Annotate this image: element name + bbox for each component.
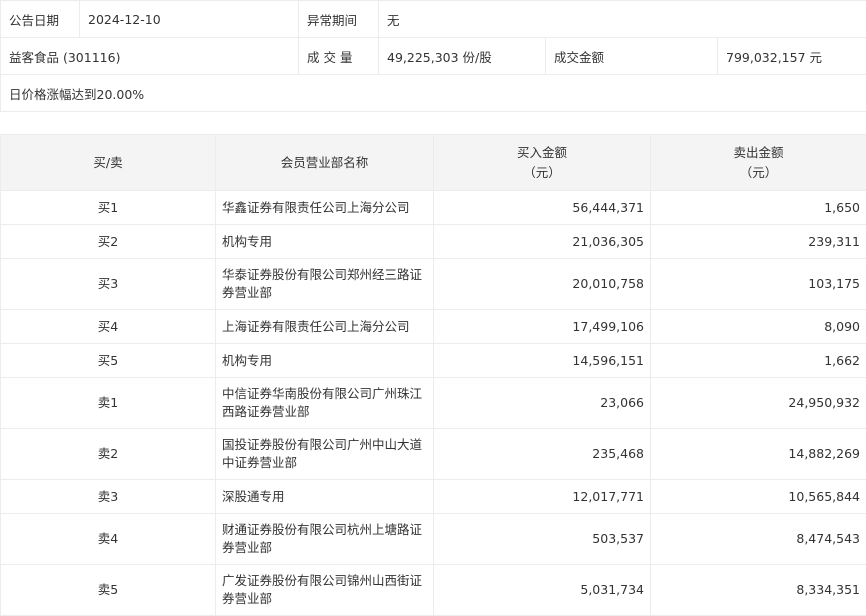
buy-amount: 12,017,771 [434, 480, 651, 514]
sell-amount: 8,090 [651, 310, 866, 344]
volume-label: 成 交 量 [299, 38, 379, 75]
broker-name: 中信证券华南股份有限公司广州珠江西路证券营业部 [216, 378, 434, 429]
sell-amount: 8,474,543 [651, 514, 866, 565]
sell-amount: 10,565,844 [651, 480, 866, 514]
header-sell: 卖出金额 （元） [651, 135, 866, 191]
table-row: 买1华鑫证券有限责任公司上海分公司56,444,3711,650 [1, 191, 866, 225]
table-row: 卖3深股通专用12,017,77110,565,844 [1, 480, 866, 514]
header-buy-label: 买入金额 [517, 145, 567, 160]
table-row: 买4上海证券有限责任公司上海分公司17,499,1068,090 [1, 310, 866, 344]
table-row: 卖4财通证券股份有限公司杭州上塘路证券营业部503,5378,474,543 [1, 514, 866, 565]
table-row: 买5机构专用14,596,1511,662 [1, 344, 866, 378]
broker-name: 机构专用 [216, 225, 434, 259]
buy-amount: 14,596,151 [434, 344, 651, 378]
sell-amount: 14,882,269 [651, 429, 866, 480]
buy-amount: 20,010,758 [434, 259, 651, 310]
buy-amount: 21,036,305 [434, 225, 651, 259]
broker-name: 机构专用 [216, 344, 434, 378]
sell-amount: 8,334,351 [651, 565, 866, 616]
header-side: 买/卖 [1, 135, 216, 191]
volume: 49,225,303 份/股 [379, 38, 546, 75]
side-cell: 买3 [1, 259, 216, 310]
broker-name: 财通证券股份有限公司杭州上塘路证券营业部 [216, 514, 434, 565]
buy-amount: 56,444,371 [434, 191, 651, 225]
table-row: 卖1中信证券华南股份有限公司广州珠江西路证券营业部23,06624,950,93… [1, 378, 866, 429]
table-row: 卖5广发证券股份有限公司锦州山西街证券营业部5,031,7348,334,351 [1, 565, 866, 616]
buy-amount: 5,031,734 [434, 565, 651, 616]
sell-amount: 103,175 [651, 259, 866, 310]
side-cell: 买4 [1, 310, 216, 344]
side-cell: 买5 [1, 344, 216, 378]
table-row: 买3华泰证券股份有限公司郑州经三路证券营业部20,010,758103,175 [1, 259, 866, 310]
announce-date: 2024-12-10 [80, 1, 299, 38]
sell-amount: 239,311 [651, 225, 866, 259]
side-cell: 卖4 [1, 514, 216, 565]
trading-table: 买/卖 会员营业部名称 买入金额 （元） 卖出金额 （元） 买1华鑫证券有限责任公司… [0, 134, 866, 616]
side-cell: 卖5 [1, 565, 216, 616]
side-cell: 卖1 [1, 378, 216, 429]
broker-name: 深股通专用 [216, 480, 434, 514]
side-cell: 买1 [1, 191, 216, 225]
table-row: 卖2国投证券股份有限公司广州中山大道中证券营业部235,46814,882,26… [1, 429, 866, 480]
sell-amount: 1,662 [651, 344, 866, 378]
turnover: 799,032,157 元 [718, 38, 866, 75]
table-row: 买2机构专用21,036,305239,311 [1, 225, 866, 259]
sell-amount: 24,950,932 [651, 378, 866, 429]
buy-amount: 17,499,106 [434, 310, 651, 344]
header-sell-unit: （元） [740, 165, 778, 180]
broker-name: 国投证券股份有限公司广州中山大道中证券营业部 [216, 429, 434, 480]
stock-name: 益客食品 (301116) [1, 38, 299, 75]
header-buy-unit: （元） [523, 165, 561, 180]
abnormal-period-label: 异常期间 [299, 1, 379, 38]
announce-date-label: 公告日期 [1, 1, 80, 38]
header-buy: 买入金额 （元） [434, 135, 651, 191]
buy-amount: 23,066 [434, 378, 651, 429]
reason: 日价格涨幅达到20.00% [1, 75, 866, 112]
header-sell-label: 卖出金额 [733, 145, 783, 160]
broker-name: 上海证券有限责任公司上海分公司 [216, 310, 434, 344]
broker-name: 华鑫证券有限责任公司上海分公司 [216, 191, 434, 225]
buy-amount: 235,468 [434, 429, 651, 480]
broker-name: 广发证券股份有限公司锦州山西街证券营业部 [216, 565, 434, 616]
turnover-label: 成交金额 [546, 38, 718, 75]
buy-amount: 503,537 [434, 514, 651, 565]
abnormal-period: 无 [379, 1, 866, 38]
summary-table: 公告日期 2024-12-10 异常期间 无 益客食品 (301116) 成 交… [0, 0, 866, 112]
side-cell: 卖3 [1, 480, 216, 514]
sell-amount: 1,650 [651, 191, 866, 225]
side-cell: 卖2 [1, 429, 216, 480]
broker-name: 华泰证券股份有限公司郑州经三路证券营业部 [216, 259, 434, 310]
side-cell: 买2 [1, 225, 216, 259]
header-name: 会员营业部名称 [216, 135, 434, 191]
